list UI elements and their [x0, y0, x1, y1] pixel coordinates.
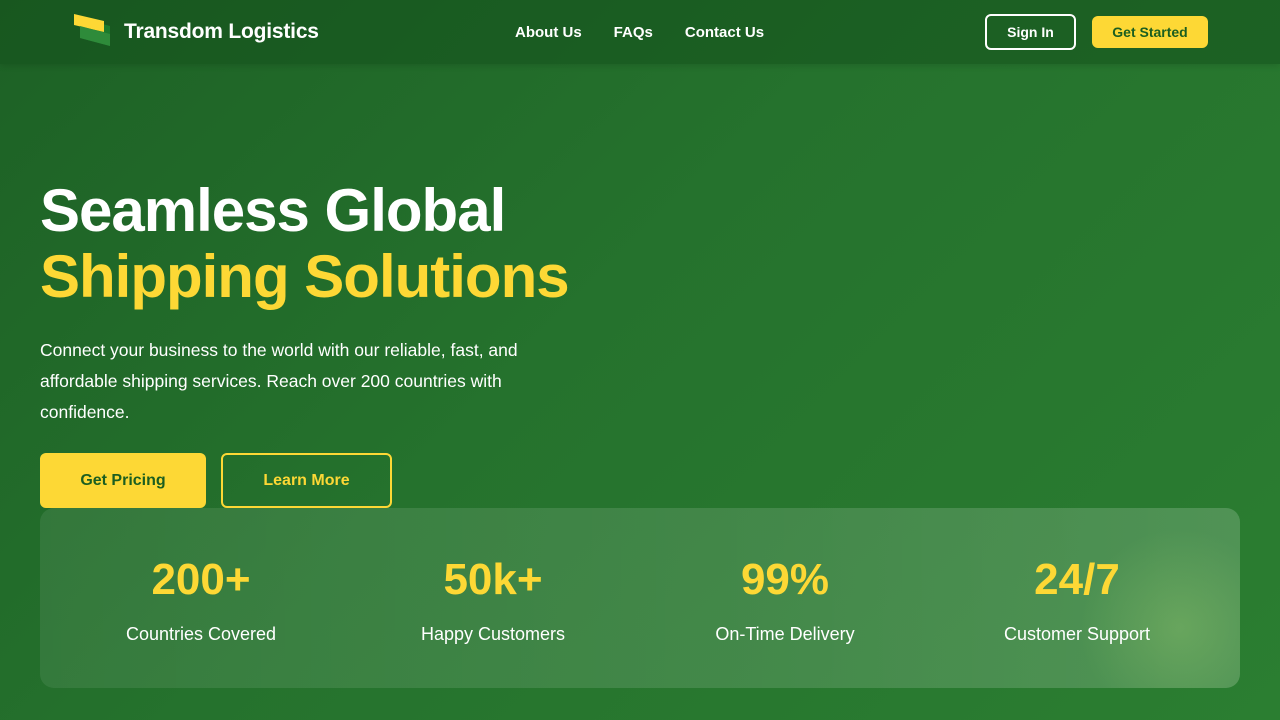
- hero-description: Connect your business to the world with …: [40, 340, 518, 422]
- learn-more-button[interactable]: Learn More: [221, 453, 392, 508]
- stat-label: Customer Support: [1003, 624, 1151, 644]
- main-nav: About Us FAQs Contact Us: [515, 0, 764, 64]
- hero-title: Seamless Global Shipping Solutions: [40, 177, 570, 310]
- brand-name: Transdom Logistics: [124, 20, 319, 43]
- stat-label: On-Time Delivery: [715, 624, 855, 644]
- stat-value: 99%: [740, 555, 830, 604]
- brand[interactable]: Transdom Logistics: [72, 12, 319, 52]
- nav-link-about-us[interactable]: About Us: [515, 24, 582, 41]
- stat-customers: 50k+ Happy Customers: [347, 508, 639, 688]
- stats-panel: 200+ Countries Covered 50k+ Happy Custom…: [40, 508, 1240, 688]
- stat-label: Countries Covered: [125, 624, 277, 644]
- sign-in-button[interactable]: Sign In: [985, 14, 1076, 50]
- get-started-button[interactable]: Get Started: [1092, 16, 1208, 48]
- stat-delivery: 99% On-Time Delivery: [639, 508, 931, 688]
- stat-value: 24/7: [1034, 555, 1120, 604]
- stat-label: Happy Customers: [420, 624, 566, 644]
- flag-logo-icon: [72, 12, 112, 52]
- stat-value: 200+: [151, 555, 251, 604]
- stat-countries: 200+ Countries Covered: [55, 508, 347, 688]
- top-navbar: Transdom Logistics About Us FAQs Contact…: [0, 0, 1280, 64]
- nav-link-faqs[interactable]: FAQs: [614, 24, 653, 41]
- hero-title-line2: Shipping Solutions: [40, 243, 570, 310]
- stat-support: 24/7 Customer Support: [931, 508, 1223, 688]
- nav-link-contact-us[interactable]: Contact Us: [685, 24, 764, 41]
- stat-value: 50k+: [443, 555, 543, 604]
- hero-title-line1: Seamless Global: [40, 177, 506, 244]
- get-pricing-button[interactable]: Get Pricing: [40, 453, 206, 508]
